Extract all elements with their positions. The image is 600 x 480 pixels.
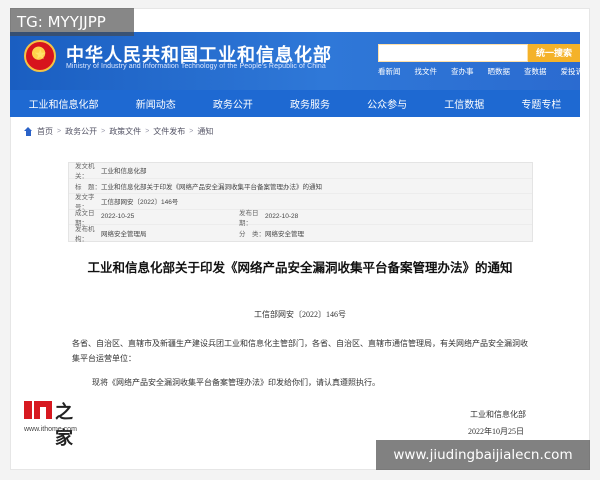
- article-paragraph: 现将《网络产品安全漏洞收集平台备案管理办法》印发给你们，请认真遵照执行。: [92, 378, 380, 387]
- ithome-logo-mark: 之家: [24, 398, 84, 449]
- breadcrumb: 首页 > 政务公开 > 政策文件 > 文件发布 > 通知: [24, 126, 213, 137]
- search-input[interactable]: [378, 44, 528, 62]
- site-subtitle: Ministry of Industry and Information Tec…: [66, 63, 326, 70]
- breadcrumb-notice[interactable]: 通知: [197, 126, 213, 137]
- nav-item-news[interactable]: 新闻动态: [136, 96, 176, 111]
- nav-item-data[interactable]: 工信数据: [444, 96, 484, 111]
- home-icon: [24, 127, 33, 136]
- search-button[interactable]: 统一搜索: [528, 44, 580, 62]
- meta-label: 发文机关：: [75, 163, 95, 181]
- signature-date: 2022年10月25日: [468, 427, 524, 436]
- meta-label: 分 类：: [239, 230, 265, 238]
- ithome-logo-text: 之家: [55, 402, 73, 449]
- meta-docno: 工信部网安〔2022〕146号: [101, 199, 179, 207]
- meta-label: 发布机构：: [75, 225, 95, 243]
- it-logo-i: [24, 401, 32, 419]
- breadcrumb-home[interactable]: 首页: [37, 126, 53, 137]
- meta-published-date: 2022-10-28: [265, 213, 299, 221]
- site-watermark: www.jiudingbaijialecn.com: [376, 440, 590, 470]
- ithome-url: www.ithome.com: [24, 426, 77, 433]
- breadcrumb-separator: >: [101, 128, 106, 135]
- tg-watermark: TG: MYYJJPP: [10, 8, 134, 36]
- meta-issuer: 工业和信息化部: [101, 168, 147, 176]
- meta-label: 发布日期：: [239, 209, 259, 227]
- meta-category: 网络安全管理: [265, 230, 304, 238]
- quick-link-complaint[interactable]: 爱投诉: [561, 66, 584, 77]
- site-header: 中华人民共和国工业和信息化部 Ministry of Industry and …: [10, 32, 583, 90]
- meta-row-org: 发布机构： 网络安全管理局 分 类： 网络安全管理: [69, 225, 532, 243]
- quick-link-services[interactable]: 查办事: [451, 66, 474, 77]
- breadcrumb-separator: >: [145, 128, 150, 135]
- nav-item-gov-services[interactable]: 政务服务: [290, 96, 330, 111]
- nav-item-gov-affairs[interactable]: 政务公开: [213, 96, 253, 111]
- quick-link-query-data[interactable]: 查数据: [524, 66, 547, 77]
- meta-row-docno: 发文字号： 工信部网安〔2022〕146号: [69, 194, 532, 211]
- nav-item-participation[interactable]: 公众参与: [367, 96, 407, 111]
- quick-link-share-data[interactable]: 晒数据: [488, 66, 511, 77]
- breadcrumb-separator: >: [189, 128, 194, 135]
- meta-row-title: 标 题： 工业和信息化部关于印发《网络产品安全漏洞收集平台备案管理办法》的通知: [69, 179, 532, 194]
- nav-item-topics[interactable]: 专题专栏: [521, 96, 561, 111]
- breadcrumb-gov-affairs[interactable]: 政务公开: [65, 126, 97, 137]
- quick-link-news[interactable]: 看新闻: [378, 66, 401, 77]
- quick-link-files[interactable]: 找文件: [415, 66, 438, 77]
- meta-label: 标 题：: [75, 183, 101, 191]
- document-metadata-table: 发文机关： 工业和信息化部 标 题： 工业和信息化部关于印发《网络产品安全漏洞收…: [68, 162, 533, 243]
- breadcrumb-separator: >: [57, 128, 62, 135]
- meta-org: 网络安全管理局: [101, 230, 147, 238]
- article-paragraph: 各省、自治区、直辖市及新疆生产建设兵团工业和信息化主管部门，各省、自治区、直辖市…: [72, 339, 528, 363]
- meta-title: 工业和信息化部关于印发《网络产品安全漏洞收集平台备案管理办法》的通知: [101, 183, 322, 191]
- nav-item-ministry[interactable]: 工业和信息化部: [29, 96, 99, 111]
- breadcrumb-file-release[interactable]: 文件发布: [153, 126, 185, 137]
- meta-row-dates: 成文日期： 2022-10-25 发布日期： 2022-10-28: [69, 209, 532, 227]
- ithome-logo: 之家 www.ithome.com: [24, 398, 84, 449]
- signature-org: 工业和信息化部: [470, 410, 526, 419]
- quick-links: 看新闻 找文件 查办事 晒数据 查数据 爱投诉: [378, 66, 583, 77]
- meta-row-issuer: 发文机关： 工业和信息化部: [69, 163, 532, 181]
- main-nav: 工业和信息化部 新闻动态 政务公开 政务服务 公众参与 工信数据 专题专栏: [10, 90, 580, 117]
- it-logo-t: [34, 401, 52, 419]
- breadcrumb-policy-files[interactable]: 政策文件: [109, 126, 141, 137]
- national-emblem-icon: [24, 40, 56, 72]
- article-title: 工业和信息化部关于印发《网络产品安全漏洞收集平台备案管理办法》的通知: [87, 260, 513, 275]
- article-doc-number: 工信部网安〔2022〕146号: [254, 310, 346, 319]
- meta-created-date: 2022-10-25: [101, 213, 135, 221]
